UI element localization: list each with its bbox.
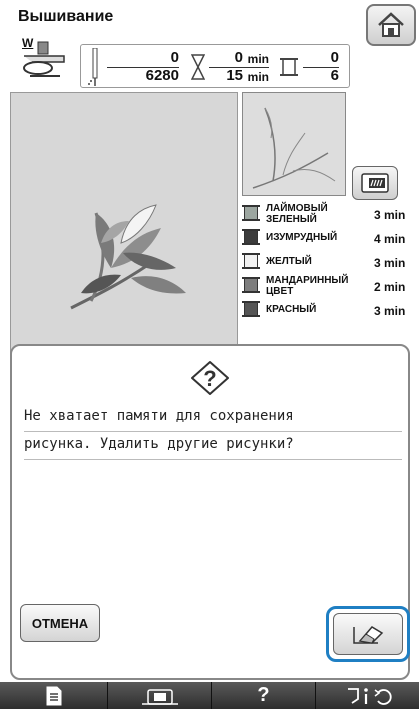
dialog-message-line-2: рисунка. Удалить другие рисунки? xyxy=(24,432,402,460)
thread-color-row: ИЗУМРУДНЫЙ 4 min xyxy=(242,226,419,250)
presser-foot-indicator: W xyxy=(20,36,72,78)
thread-spool-icon xyxy=(242,277,260,293)
memory-button[interactable] xyxy=(352,166,398,200)
thread-color-name: ЛАЙМОВЫЙ ЗЕЛЕНЫЙ xyxy=(266,203,328,225)
time-total: 15 xyxy=(226,67,243,84)
hourglass-icon xyxy=(191,54,205,80)
time-unit-top: min xyxy=(247,52,269,66)
memory-card-icon xyxy=(361,173,389,193)
thread-color-name: ИЗУМРУДНЫЙ xyxy=(266,232,338,243)
thread-color-list: ЛАЙМОВЫЙ ЗЕЛЕНЫЙ 3 min ИЗУМРУДНЫЙ 4 min … xyxy=(242,202,419,320)
time-counter: 0 min 15 min xyxy=(209,45,269,89)
thread-color-time: 2 min xyxy=(374,280,406,294)
stitch-counter: 0 6280 xyxy=(107,45,179,89)
thread-color-row: КРАСНЫЙ 3 min xyxy=(242,298,419,322)
needle-icon xyxy=(88,48,98,86)
thread-color-time: 4 min xyxy=(374,232,406,246)
color-counter: 0 6 xyxy=(303,45,339,89)
thread-color-row: МАНДАРИННЫЙ ЦВЕТ 2 min xyxy=(242,274,419,298)
dialog-message: Не хватает памяти для сохранения рисунка… xyxy=(24,404,402,460)
thread-color-name: ЖЕЛТЫЙ xyxy=(266,256,312,267)
embroidery-frame-icon xyxy=(141,688,178,705)
needle-info-button[interactable] xyxy=(316,682,419,709)
stitch-total: 6280 xyxy=(145,67,179,84)
thread-color-row: ЛАЙМОВЫЙ ЗЕЛЕНЫЙ 3 min xyxy=(242,202,419,226)
stitch-current: 0 xyxy=(170,49,179,66)
thread-color-name: МАНДАРИННЫЙ ЦВЕТ xyxy=(266,275,349,297)
color-total: 6 xyxy=(330,67,339,84)
question-icon: ? xyxy=(191,361,229,395)
thread-color-time: 3 min xyxy=(374,304,406,318)
time-unit-bottom: min xyxy=(247,70,269,84)
pattern-preview xyxy=(242,92,346,196)
presser-foot-icon xyxy=(23,41,65,77)
delete-patterns-button[interactable] xyxy=(333,613,403,655)
dialog-message-line-1: Не хватает памяти для сохранения xyxy=(24,404,402,432)
cancel-button[interactable]: ОТМЕНА xyxy=(20,604,100,642)
thread-color-row: ЖЕЛТЫЙ 3 min xyxy=(242,250,419,274)
screen-title: Вышивание xyxy=(18,8,114,25)
stitch-time-color-counters: 0 6280 0 min 15 min 0 6 xyxy=(80,44,350,88)
color-current: 0 xyxy=(330,49,339,66)
help-button[interactable]: ? xyxy=(212,682,316,709)
thread-spool-icon xyxy=(242,301,260,317)
thread-spool-icon xyxy=(242,229,260,245)
thread-color-time: 3 min xyxy=(374,208,406,222)
home-icon xyxy=(378,12,404,37)
pattern-outline-image xyxy=(252,107,336,189)
thread-spool-icon xyxy=(280,58,298,76)
time-current: 0 xyxy=(234,49,243,66)
thread-spool-icon xyxy=(242,253,260,269)
thread-color-name: КРАСНЫЙ xyxy=(266,304,317,315)
needle-info-icon xyxy=(347,687,392,705)
home-button[interactable] xyxy=(366,4,416,46)
svg-text:?: ? xyxy=(203,366,216,391)
page-button[interactable] xyxy=(0,682,108,709)
page-icon xyxy=(46,686,61,705)
thread-color-time: 3 min xyxy=(374,256,406,270)
bottom-toolbar: ? xyxy=(0,682,419,709)
eraser-icon xyxy=(353,626,384,644)
thread-spool-icon xyxy=(242,205,260,221)
help-icon: ? xyxy=(257,684,270,706)
frame-button[interactable] xyxy=(108,682,212,709)
